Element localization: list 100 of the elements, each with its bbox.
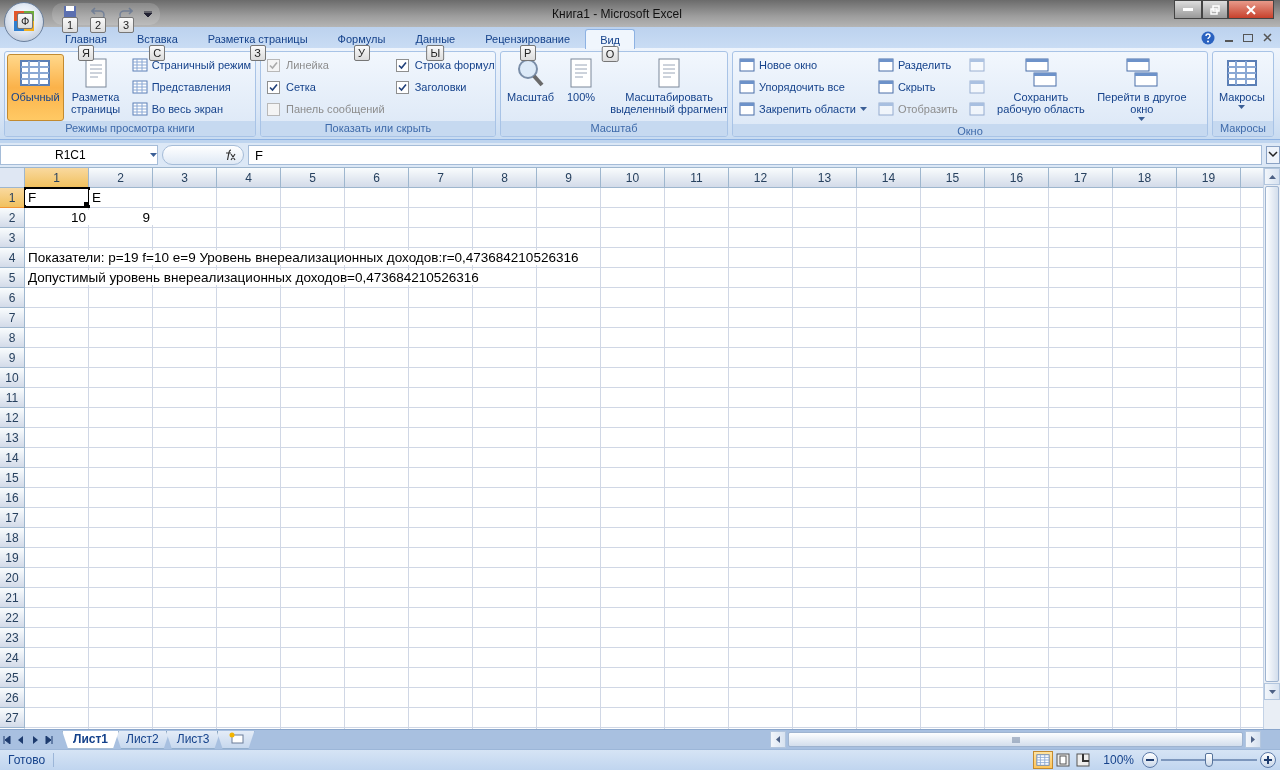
row-header[interactable]: 1 bbox=[0, 188, 25, 208]
column-header[interactable]: 9 bbox=[537, 168, 601, 188]
row-header[interactable]: 23 bbox=[0, 628, 25, 648]
row-header[interactable]: 12 bbox=[0, 408, 25, 428]
fill-handle[interactable] bbox=[84, 202, 89, 207]
ribbon-button[interactable]: Во весь экран bbox=[127, 98, 255, 120]
ribbon-tab[interactable]: Разметка страницы bbox=[192, 28, 323, 48]
ribbon-button[interactable]: 100% bbox=[561, 54, 602, 121]
left-arrow-icon bbox=[776, 736, 780, 743]
close-button[interactable] bbox=[1228, 0, 1274, 19]
row-header[interactable]: 20 bbox=[0, 568, 25, 588]
row-header[interactable]: 5 bbox=[0, 268, 25, 288]
ribbon-button[interactable]: Макросы bbox=[1215, 54, 1269, 121]
column-header[interactable]: 5 bbox=[281, 168, 345, 188]
checkbox[interactable]: Заголовки bbox=[391, 76, 495, 98]
office-button[interactable]: Ф bbox=[4, 2, 44, 42]
row-header[interactable]: 17 bbox=[0, 508, 25, 528]
row-header[interactable]: 21 bbox=[0, 588, 25, 608]
column-header[interactable]: 12 bbox=[729, 168, 793, 188]
row-header[interactable]: 4 bbox=[0, 248, 25, 268]
active-cell[interactable]: F bbox=[25, 188, 89, 207]
zoom-in-button[interactable] bbox=[1260, 752, 1276, 768]
check-icon bbox=[397, 82, 407, 92]
ribbon-button[interactable]: Разделить bbox=[873, 54, 962, 76]
row-header[interactable]: 3 bbox=[0, 228, 25, 248]
ribbon-tab[interactable]: Вид bbox=[585, 29, 636, 49]
column-header[interactable]: 8 bbox=[473, 168, 537, 188]
column-header[interactable]: 17 bbox=[1049, 168, 1113, 188]
column-header[interactable]: 19 bbox=[1177, 168, 1241, 188]
column-header[interactable]: 15 bbox=[921, 168, 985, 188]
scroll-up-button[interactable] bbox=[1264, 168, 1280, 185]
row-header[interactable]: 8 bbox=[0, 328, 25, 348]
restore-icon[interactable] bbox=[1243, 33, 1253, 42]
row-header[interactable]: 6 bbox=[0, 288, 25, 308]
ribbon-tab[interactable]: Рецензирование bbox=[470, 28, 586, 48]
column-header[interactable]: 6 bbox=[345, 168, 409, 188]
ribbon-button[interactable]: Сохранить рабочую область bbox=[991, 54, 1090, 124]
slider-thumb[interactable] bbox=[1205, 753, 1213, 767]
scroll-down-button[interactable] bbox=[1264, 683, 1280, 700]
ribbon-tab[interactable]: Данные bbox=[400, 28, 471, 48]
name-box[interactable]: R1C1 bbox=[0, 145, 158, 165]
zoom-out-button[interactable] bbox=[1142, 752, 1158, 768]
row-header[interactable]: 10 bbox=[0, 368, 25, 388]
ribbon-button[interactable]: Перейти в другое окно bbox=[1092, 54, 1191, 124]
column-header[interactable]: 16 bbox=[985, 168, 1049, 188]
row-header[interactable]: 26 bbox=[0, 688, 25, 708]
help-icon[interactable] bbox=[1201, 30, 1215, 45]
column-header[interactable]: 7 bbox=[409, 168, 473, 188]
column-header[interactable]: 14 bbox=[857, 168, 921, 188]
checkbox[interactable]: Сетка bbox=[263, 76, 389, 98]
close-icon[interactable] bbox=[1263, 33, 1272, 42]
grid-icon bbox=[131, 79, 148, 95]
minus-icon bbox=[1146, 759, 1154, 761]
row-header[interactable]: 15 bbox=[0, 468, 25, 488]
scroll-left-button[interactable] bbox=[770, 731, 786, 748]
maximize-button[interactable] bbox=[1202, 0, 1228, 19]
cell-text: E bbox=[89, 190, 104, 205]
minimize-button[interactable] bbox=[1174, 0, 1202, 19]
row-header[interactable]: 9 bbox=[0, 348, 25, 368]
column-header[interactable]: 18 bbox=[1113, 168, 1177, 188]
row-header[interactable]: 14 bbox=[0, 448, 25, 468]
ribbon-tab[interactable]: Формулы bbox=[322, 28, 401, 48]
column-header[interactable]: 3 bbox=[153, 168, 217, 188]
formula-field[interactable]: F bbox=[248, 145, 1262, 165]
sheet-tab[interactable]: Лист1 bbox=[62, 730, 120, 749]
ribbon-button[interactable]: Представления bbox=[127, 76, 255, 98]
cell-text: Допустимый уровень внереализационных доходов=0,473684210526316 bbox=[25, 270, 482, 285]
sheet-tab[interactable]: Лист3 bbox=[165, 730, 221, 749]
scroll-thumb[interactable] bbox=[788, 732, 1243, 747]
row-header[interactable]: 11 bbox=[0, 388, 25, 408]
expand-icon[interactable] bbox=[1266, 146, 1280, 164]
caret-icon bbox=[859, 107, 867, 111]
row-header[interactable]: 24 bbox=[0, 648, 25, 668]
window-icon bbox=[877, 101, 894, 117]
ribbon-button[interactable]: Новое окно bbox=[735, 54, 871, 76]
row-header[interactable]: 22 bbox=[0, 608, 25, 628]
column-header[interactable]: 11 bbox=[665, 168, 729, 188]
column-header[interactable]: 10 bbox=[601, 168, 665, 188]
row-header[interactable]: 7 bbox=[0, 308, 25, 328]
scroll-thumb[interactable] bbox=[1265, 186, 1279, 682]
ribbon-button[interactable]: Упорядочить все bbox=[735, 76, 871, 98]
ribbon-button[interactable]: Обычный bbox=[7, 54, 64, 121]
sheet-tab[interactable]: Лист2 bbox=[115, 730, 170, 749]
ribbon-button[interactable]: Скрыть bbox=[873, 76, 962, 98]
row-header[interactable]: 13 bbox=[0, 428, 25, 448]
column-header[interactable]: 4 bbox=[217, 168, 281, 188]
row-header[interactable]: 25 bbox=[0, 668, 25, 688]
close-icon bbox=[1246, 4, 1256, 15]
column-header[interactable]: 2 bbox=[89, 168, 153, 188]
zoom-slider[interactable] bbox=[1161, 753, 1257, 767]
row-header[interactable]: 27 bbox=[0, 708, 25, 728]
scroll-right-button[interactable] bbox=[1245, 731, 1261, 748]
column-header[interactable]: 1 bbox=[25, 168, 89, 188]
ribbon-button[interactable]: Закрепить области bbox=[735, 98, 871, 120]
row-header[interactable]: 18 bbox=[0, 528, 25, 548]
row-header[interactable]: 16 bbox=[0, 488, 25, 508]
column-header[interactable]: 13 bbox=[793, 168, 857, 188]
row-header[interactable]: 2 bbox=[0, 208, 25, 228]
fx-icon[interactable] bbox=[223, 149, 237, 161]
row-header[interactable]: 19 bbox=[0, 548, 25, 568]
